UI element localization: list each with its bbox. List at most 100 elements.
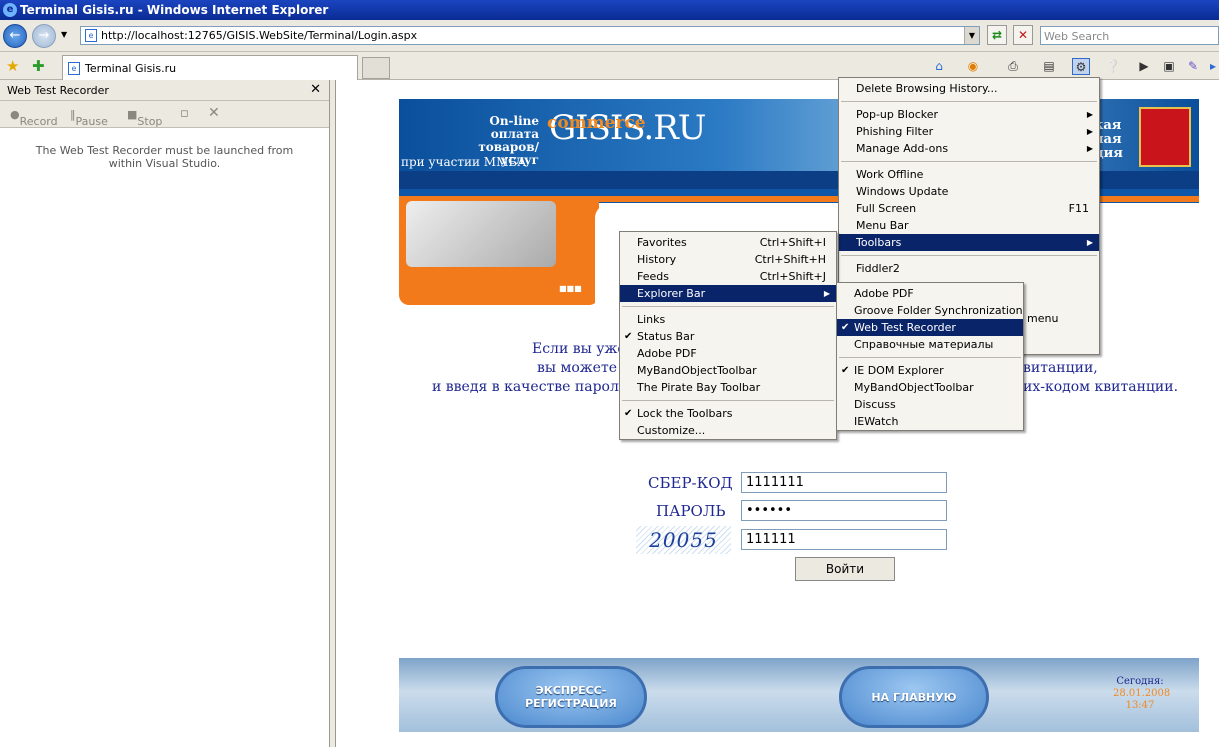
menu-windows-update[interactable]: Windows Update (839, 183, 1099, 200)
stop-button[interactable]: ✕ (1013, 25, 1033, 45)
submenu-arrow-icon: ▶ (1086, 127, 1093, 136)
menu-eb-ie-dom-explorer[interactable]: ✔ IE DOM Explorer (837, 362, 1023, 379)
menu-label: Groove Folder Synchronization (854, 304, 1023, 317)
menu-hidden-item-tail: menu (1027, 312, 1059, 325)
menu-label: Customize... (637, 424, 706, 437)
menu-label: Adobe PDF (637, 347, 697, 360)
tools-gear-icon[interactable]: ⚙ (1072, 58, 1090, 75)
menu-eb-reference[interactable]: Справочные материалы (837, 336, 1023, 353)
add-favorite-icon[interactable]: ✚ (32, 57, 45, 75)
captcha-input[interactable]: 111111 (741, 529, 947, 550)
menu-links[interactable]: Links (620, 311, 836, 328)
menu-label: Explorer Bar (637, 287, 706, 300)
forward-button[interactable]: → (32, 24, 56, 48)
menu-toolbars[interactable]: Toolbars ▶ (839, 234, 1099, 251)
login-button[interactable]: Войти (795, 557, 895, 581)
menu-delete-history[interactable]: Delete Browsing History... (839, 80, 1099, 97)
menu-separator (841, 255, 1097, 256)
menu-label: Full Screen (856, 202, 917, 215)
pause-button[interactable]: ‖ Pause (70, 108, 108, 128)
menu-label: MyBandObjectToolbar (854, 381, 974, 394)
toolbar-extra-icon[interactable]: ▸ (1204, 58, 1219, 75)
menu-label: The Pirate Bay Toolbar (637, 381, 761, 394)
page-menu-icon[interactable]: ▤ (1040, 58, 1058, 75)
menu-eb-adobe-pdf[interactable]: Adobe PDF (837, 285, 1023, 302)
recorder-toolbar: ● Record ‖ Pause ■ Stop ▫ ✕ (0, 101, 329, 128)
menu-favorites[interactable]: Favorites Ctrl+Shift+I (620, 234, 836, 251)
search-input[interactable]: Web Search (1040, 26, 1219, 45)
menu-pirate-bay[interactable]: The Pirate Bay Toolbar (620, 379, 836, 396)
menu-fiddler2[interactable]: Fiddler2 (839, 260, 1099, 277)
menu-eb-discuss[interactable]: Discuss (837, 396, 1023, 413)
refresh-button[interactable]: ⇄ (987, 25, 1007, 45)
menu-eb-groove[interactable]: Groove Folder Synchronization (837, 302, 1023, 319)
favorites-star-icon[interactable]: ★ (6, 57, 19, 75)
menu-eb-web-test-recorder[interactable]: ✔ Web Test Recorder (837, 319, 1023, 336)
dots-decoration: ■■■ (559, 284, 582, 293)
address-input[interactable]: e http://localhost:12765/GISIS.WebSite/T… (80, 26, 980, 45)
menu-phishing-filter[interactable]: Phishing Filter ▶ (839, 123, 1099, 140)
menu-label: Delete Browsing History... (856, 82, 998, 95)
menu-label: Web Test Recorder (854, 321, 956, 334)
close-panel-icon[interactable]: ✕ (310, 82, 321, 97)
messenger-icon[interactable]: ✎ (1184, 58, 1202, 75)
search-placeholder: Web Search (1044, 30, 1110, 43)
address-toolbar: ← → ▼ e http://localhost:12765/GISIS.Web… (0, 20, 1219, 52)
delete-icon[interactable]: ✕ (208, 105, 220, 121)
print-icon[interactable]: ⎙ (1004, 58, 1022, 75)
window-title: Terminal Gisis.ru - Windows Internet Exp… (20, 3, 329, 17)
info-line-1: Если вы уже (532, 341, 626, 357)
address-dropdown-icon[interactable]: ▼ (964, 27, 979, 44)
menu-menu-bar[interactable]: Menu Bar (839, 217, 1099, 234)
menu-lock-toolbars[interactable]: ✔ Lock the Toolbars (620, 405, 836, 422)
addon-icon[interactable]: ▣ (1160, 58, 1178, 75)
help-icon[interactable]: ❔ (1104, 58, 1122, 75)
sber-code-label: СБЕР-КОД (648, 474, 733, 492)
menu-label: Status Bar (637, 330, 695, 343)
menu-manage-addons[interactable]: Manage Add-ons ▶ (839, 140, 1099, 157)
toolbars-submenu: Favorites Ctrl+Shift+I History Ctrl+Shift+… (619, 231, 837, 440)
menu-eb-iewatch[interactable]: IEWatch (837, 413, 1023, 430)
menu-feeds[interactable]: Feeds Ctrl+Shift+J (620, 268, 836, 285)
menu-full-screen[interactable]: Full Screen F11 (839, 200, 1099, 217)
record-button[interactable]: ● Record (10, 108, 58, 128)
express-registration-button[interactable]: ЭКСПРЕСС- РЕГИСТРАЦИЯ (495, 666, 647, 728)
menu-work-offline[interactable]: Work Offline (839, 166, 1099, 183)
feeds-icon[interactable]: ◉ (964, 58, 982, 75)
menu-label: Pop-up Blocker (856, 108, 939, 121)
menu-history[interactable]: History Ctrl+Shift+H (620, 251, 836, 268)
menu-label: Toolbars (856, 236, 902, 249)
menu-label: Favorites (637, 236, 687, 249)
site-footer: ЭКСПРЕСС- РЕГИСТРАЦИЯ НА ГЛАВНУЮ (399, 658, 1199, 732)
back-button[interactable]: ← (3, 24, 27, 48)
tab-terminal-gisis[interactable]: e Terminal Gisis.ru (62, 55, 358, 80)
sber-code-input[interactable]: 1111111 (741, 472, 947, 493)
stop-recording-button[interactable]: ■ Stop (127, 108, 162, 128)
page-icon: e (85, 29, 97, 42)
banner-mmba-text: при участии ММБА (401, 155, 527, 169)
panel-splitter[interactable] (330, 80, 336, 747)
password-input[interactable]: •••••• (741, 500, 947, 521)
window-title-bar: e Terminal Gisis.ru - Windows Internet E… (0, 0, 1219, 20)
checkmark-icon: ✔ (624, 408, 633, 419)
recorder-message: The Web Test Recorder must be launched f… (35, 144, 294, 170)
home-icon[interactable]: ⌂ (930, 58, 948, 75)
new-tab-button[interactable] (362, 57, 390, 79)
express-line-1: ЭКСПРЕСС- (535, 684, 607, 697)
menu-eb-mybandobject[interactable]: MyBandObjectToolbar (837, 379, 1023, 396)
menu-shortcut: F11 (1068, 202, 1089, 215)
tab-label: Terminal Gisis.ru (85, 62, 177, 75)
home-page-button[interactable]: НА ГЛАВНУЮ (839, 666, 989, 728)
menu-popup-blocker[interactable]: Pop-up Blocker ▶ (839, 106, 1099, 123)
comment-icon[interactable]: ▫ (180, 106, 189, 121)
checkmark-icon: ✔ (841, 365, 850, 376)
menu-customize[interactable]: Customize... (620, 422, 836, 439)
menu-mybandobject[interactable]: MyBandObjectToolbar (620, 362, 836, 379)
menu-adobe-pdf[interactable]: Adobe PDF (620, 345, 836, 362)
menu-status-bar[interactable]: ✔ Status Bar (620, 328, 836, 345)
stop-label: Stop (137, 115, 163, 128)
history-dropdown-icon[interactable]: ▼ (61, 30, 67, 39)
tab-page-icon: e (68, 62, 80, 75)
research-icon[interactable]: ▶ (1135, 58, 1153, 75)
menu-explorer-bar[interactable]: Explorer Bar ▶ (620, 285, 836, 302)
